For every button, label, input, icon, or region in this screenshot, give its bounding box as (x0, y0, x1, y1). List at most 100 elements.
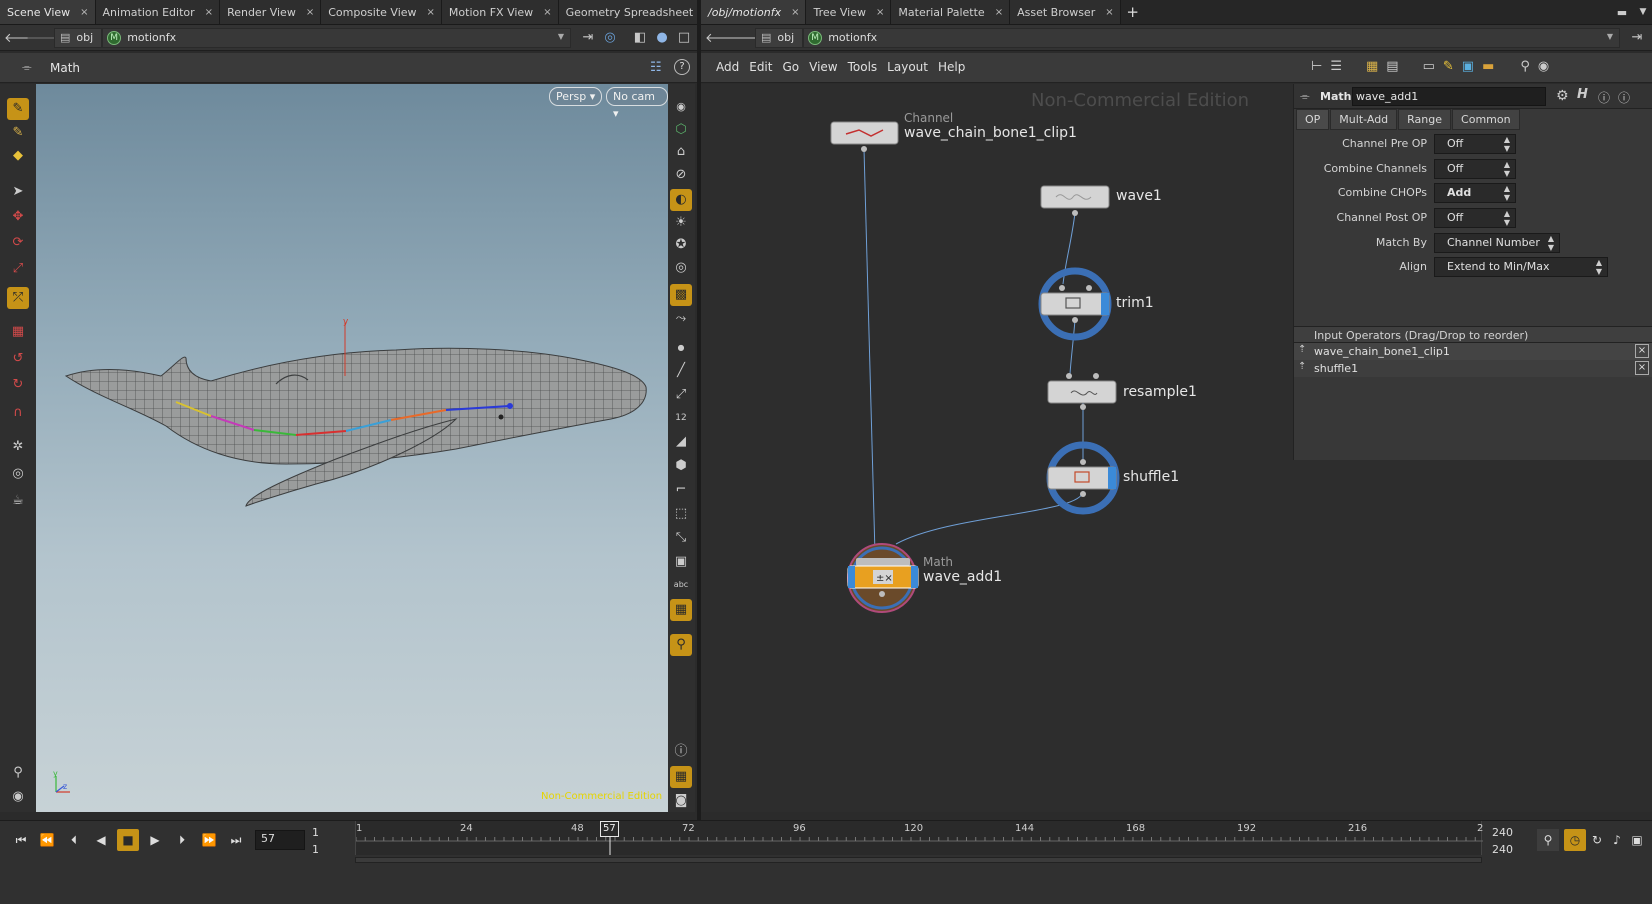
key-icon[interactable]: ⚲ (1537, 829, 1559, 851)
current-frame-marker[interactable]: 57 (600, 821, 619, 837)
channel-post-op-select[interactable]: Off ▲ ▼ (1434, 208, 1516, 228)
grid-view-icon[interactable]: ▦ (1366, 59, 1378, 74)
light-add-icon[interactable]: ✪ (670, 234, 692, 256)
menu-view[interactable]: View (804, 60, 842, 74)
curves-icon[interactable]: ⤳ (670, 308, 692, 330)
template-icon[interactable]: ▣ (670, 551, 692, 573)
geometry-icon[interactable]: ⬡ (670, 119, 692, 141)
close-icon[interactable]: × (876, 7, 884, 18)
breadcrumb-context[interactable]: M motionfx ▼ (102, 27, 571, 48)
forward-arrow-icon[interactable]: 🡒 (26, 30, 61, 46)
close-icon[interactable]: × (427, 7, 435, 18)
pin-icon[interactable]: ⇥ (1626, 30, 1648, 45)
hda-icon[interactable]: H (1577, 87, 1588, 102)
node-wave1[interactable]: wave1 (1116, 188, 1162, 204)
remove-input-icon[interactable]: × (1635, 361, 1649, 375)
range-slider[interactable] (355, 857, 1482, 863)
node-name-field[interactable]: wave_add1 (1352, 87, 1546, 106)
start-frame-b[interactable]: 1 (312, 843, 319, 856)
rotate-icon[interactable]: ⟳ (7, 232, 29, 254)
arrow-select-icon[interactable]: ➤ (7, 181, 29, 203)
close-icon[interactable]: × (995, 7, 1003, 18)
tab-mult-add[interactable]: Mult-Add (1330, 109, 1398, 130)
close-icon[interactable]: × (543, 7, 551, 18)
thumbnail-icon[interactable]: ▭ (1423, 59, 1435, 74)
stop-icon[interactable]: ■ (117, 829, 139, 851)
settings-icon[interactable]: ✲ (7, 436, 29, 458)
link-icon[interactable]: ◎ (599, 30, 621, 45)
no-display-icon[interactable]: ⊘ (670, 164, 692, 186)
vertex-icon[interactable]: ⤢ (670, 384, 692, 406)
pane-dropdown-icon[interactable]: ▼ (1634, 0, 1652, 24)
step-back-icon[interactable]: ⏴ (63, 829, 85, 851)
magnet-icon[interactable]: ∩ (7, 402, 29, 424)
tab-motion-fx-view[interactable]: Motion FX View × (441, 0, 559, 24)
chevron-down-icon[interactable]: ▼ (1607, 32, 1613, 41)
eye-icon[interactable]: ◉ (1538, 59, 1549, 74)
node-shuffle1[interactable]: shuffle1 (1123, 469, 1179, 485)
tab-asset-browser[interactable]: Asset Browser × (1010, 0, 1121, 24)
prim-icon[interactable]: ◢ (670, 431, 692, 453)
tab-network-motionfx[interactable]: /obj/motionfx × (701, 0, 807, 24)
display-icon[interactable]: ◎ (7, 463, 29, 485)
view-icon[interactable]: ◙ (670, 790, 692, 812)
pin-icon[interactable]: ⇥ (577, 30, 599, 45)
add-tab-icon[interactable]: + (1121, 0, 1145, 24)
forward-arrow-icon[interactable]: 🡒 (727, 30, 762, 46)
tree-layout-icon[interactable]: ⊢ (1311, 59, 1322, 74)
pane-menu-icon[interactable]: ▬ (1610, 0, 1634, 24)
node-trim1[interactable]: trim1 (1116, 295, 1154, 311)
shading-icon[interactable]: ● (651, 30, 673, 45)
info-icon[interactable]: ⓘ (670, 741, 692, 763)
select-handle-icon[interactable]: ✎ (7, 98, 29, 120)
next-key-icon[interactable]: ⏩ (198, 829, 220, 851)
bones-icon[interactable]: ⤡ (670, 527, 692, 549)
uv-icon[interactable]: ⬢ (670, 455, 692, 477)
close-icon[interactable]: × (1105, 7, 1113, 18)
snap-curve-icon[interactable]: ↺ (7, 348, 29, 370)
note-icon[interactable]: ✎ (1443, 59, 1454, 74)
input-operator-row[interactable]: ⇡ shuffle1 × (1294, 360, 1652, 377)
cube-icon[interactable]: ◧ (629, 30, 651, 45)
lock-icon[interactable]: ⌂ (670, 141, 692, 163)
match-by-select[interactable]: Channel Number ▲ ▼ (1434, 233, 1560, 253)
help-icon[interactable]: ? (674, 59, 690, 75)
tab-tree-view[interactable]: Tree View × (806, 0, 892, 24)
drag-handle-icon[interactable]: ⇡ (1298, 361, 1306, 372)
render-icon[interactable]: ☕ (7, 490, 29, 512)
image-icon[interactable]: ▦ (670, 599, 692, 621)
translate-icon[interactable]: ✥ (7, 206, 29, 228)
menu-add[interactable]: Add (711, 60, 744, 74)
points-icon[interactable]: ● (670, 337, 692, 359)
close-icon[interactable]: × (306, 7, 314, 18)
pin-icon[interactable]: ⚲ (7, 762, 29, 784)
channel-pre-op-select[interactable]: Off ▲ ▼ (1434, 134, 1516, 154)
corner-icon[interactable]: ⌐ (670, 479, 692, 501)
gear-icon[interactable]: ⚙ (1556, 88, 1569, 104)
jump-end-icon[interactable]: ⏭ (225, 829, 247, 851)
sticky-icon[interactable]: ▬ (1482, 59, 1494, 74)
play-icon[interactable]: ▶ (144, 829, 166, 851)
map-pin-icon[interactable]: ⚲ (670, 634, 692, 656)
menu-tools[interactable]: Tools (843, 60, 883, 74)
text-icon[interactable]: abc (670, 574, 692, 596)
handle-active-icon[interactable]: ⤱ (7, 287, 29, 309)
tab-render-view[interactable]: Render View × (220, 0, 322, 24)
help-icon[interactable]: ⓘ (1618, 89, 1630, 106)
normals-icon[interactable]: ╱ (670, 360, 692, 382)
node-wave-chain-bone1-clip1[interactable]: wave_chain_bone1_clip1 (904, 125, 1077, 141)
list-icon[interactable]: ☰ (1330, 59, 1342, 74)
node-resample1[interactable]: resample1 (1123, 384, 1197, 400)
loop-icon[interactable]: ↻ (1586, 829, 1608, 851)
camera-icon[interactable]: ◎ (670, 257, 692, 279)
input-operator-row[interactable]: ⇡ wave_chain_bone1_clip1 × (1294, 343, 1652, 360)
combine-channels-select[interactable]: Off ▲ ▼ (1434, 159, 1516, 179)
breadcrumb-root[interactable]: ▤ obj (54, 27, 103, 48)
tab-composite-view[interactable]: Composite View × (321, 0, 442, 24)
tab-material-palette[interactable]: Material Palette × (891, 0, 1011, 24)
persp-button[interactable]: Persp ▾ (549, 87, 603, 106)
jump-start-icon[interactable]: ⏮ (10, 829, 32, 851)
eye-icon[interactable]: ◉ (670, 96, 692, 118)
tab-geometry-spreadsheet[interactable]: Geometry Spreadsheet× (558, 0, 719, 24)
step-forward-icon[interactable]: ⏵ (171, 829, 193, 851)
